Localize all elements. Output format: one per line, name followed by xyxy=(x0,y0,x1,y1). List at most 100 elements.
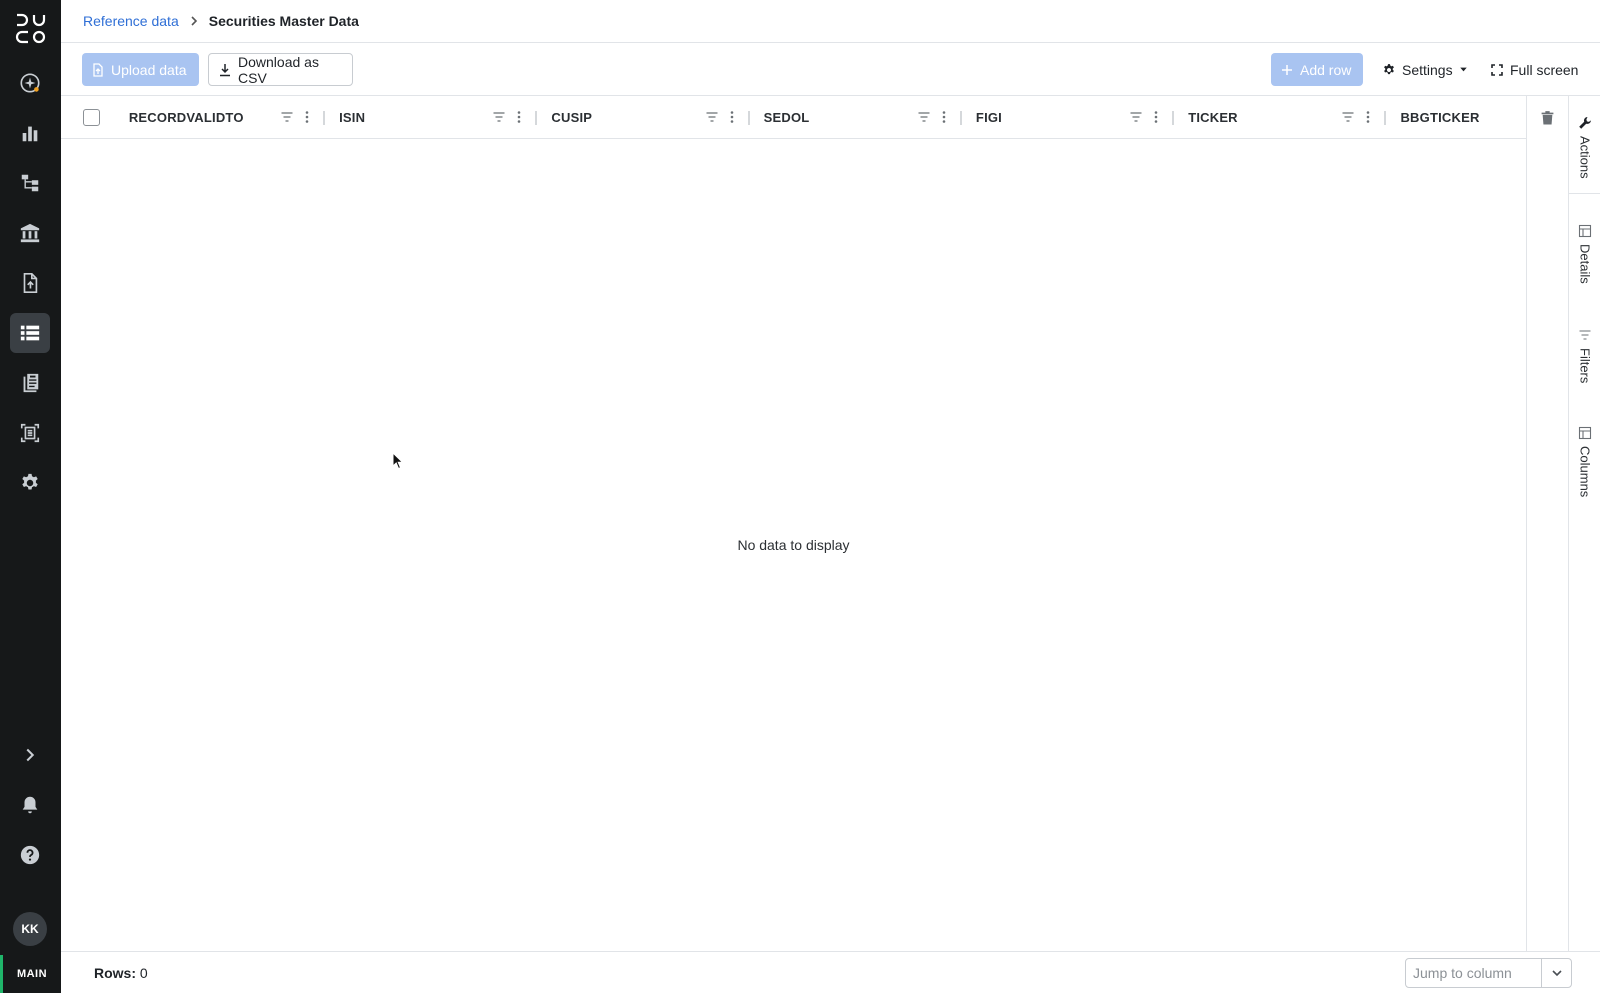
plus-icon xyxy=(1282,64,1292,75)
row-count: Rows: 0 xyxy=(94,965,148,981)
chevron-right-icon xyxy=(179,15,209,27)
filter-icon[interactable] xyxy=(1126,107,1146,127)
nav-file-upload[interactable] xyxy=(10,263,50,303)
tab-actions-label: Actions xyxy=(1577,136,1593,179)
download-csv-button[interactable]: Download as CSV xyxy=(208,53,353,86)
gear-icon xyxy=(1384,63,1394,74)
add-row-label: Add row xyxy=(1300,61,1352,78)
delete-rows-button[interactable] xyxy=(1526,96,1568,139)
download-csv-label: Download as CSV xyxy=(238,53,319,86)
grid-toolbar: Upload data Download as CSV Add row Sett… xyxy=(61,43,1600,96)
bell-icon xyxy=(22,796,38,814)
row-count-value: 0 xyxy=(139,964,148,981)
mouse-cursor-icon xyxy=(392,452,404,470)
column-header-label: TICKER xyxy=(1188,109,1238,125)
nav-settings[interactable] xyxy=(10,463,50,503)
filter-icon xyxy=(1579,330,1591,340)
grid-header: RECORDVALIDTO ISIN CUSIP SEDOL FIGI TICKER BBG… xyxy=(61,96,1526,139)
caret-down-icon xyxy=(1459,67,1467,72)
nav-reference-data[interactable] xyxy=(10,313,50,353)
tab-filters-label: Filters xyxy=(1577,348,1593,384)
scan-document-icon xyxy=(20,423,40,443)
environment-label: MAIN xyxy=(0,955,61,993)
column-header-figi[interactable]: FIGI xyxy=(962,96,1175,139)
sparkle-icon xyxy=(20,73,40,93)
full-screen-button[interactable]: Full screen xyxy=(1481,53,1591,86)
tab-details-label: Details xyxy=(1577,244,1593,284)
row-count-label: Rows: xyxy=(94,964,136,981)
column-header-label: SEDOL xyxy=(763,109,810,125)
tab-columns-label: Columns xyxy=(1577,446,1593,498)
column-header-recordvalidto[interactable]: RECORDVALIDTO xyxy=(113,96,326,139)
select-all-checkbox[interactable] xyxy=(83,108,101,126)
page-title: Securities Master Data xyxy=(208,13,359,29)
file-upload-icon xyxy=(93,62,103,77)
duco-logo[interactable] xyxy=(14,12,48,46)
bar-chart-icon xyxy=(22,126,38,142)
user-avatar[interactable]: KK xyxy=(13,912,47,946)
upload-data-label: Upload data xyxy=(111,61,187,78)
column-menu-icon[interactable] xyxy=(1358,107,1378,127)
filter-icon[interactable] xyxy=(702,107,722,127)
bank-icon xyxy=(20,223,40,243)
nav-reports[interactable] xyxy=(10,363,50,403)
tab-filters[interactable]: Filters xyxy=(1569,328,1600,383)
breadcrumb-reference-data-link[interactable]: Reference data xyxy=(83,13,179,29)
column-header-label: RECORDVALIDTO xyxy=(128,109,244,125)
chevron-right-icon xyxy=(26,748,35,762)
nav-processes[interactable] xyxy=(10,163,50,203)
grid-right-border xyxy=(1526,139,1527,951)
gear-icon xyxy=(22,473,38,490)
expand-nav-button[interactable] xyxy=(10,735,50,775)
column-menu-icon[interactable] xyxy=(1146,107,1166,127)
tab-actions[interactable]: Actions xyxy=(1569,116,1600,194)
column-menu-icon[interactable] xyxy=(934,107,954,127)
column-header-label: FIGI xyxy=(975,109,1002,125)
column-menu-icon[interactable] xyxy=(509,107,529,127)
notifications-button[interactable] xyxy=(10,785,50,825)
settings-dropdown-button[interactable]: Settings xyxy=(1373,53,1473,86)
column-header-ticker[interactable]: TICKER xyxy=(1174,96,1387,139)
help-icon xyxy=(20,845,40,865)
column-header-cusip[interactable]: CUSIP xyxy=(537,96,750,139)
hierarchy-icon xyxy=(21,174,39,192)
trash-icon xyxy=(1541,111,1554,125)
nav-institutions[interactable] xyxy=(10,213,50,253)
expand-icon xyxy=(1491,63,1503,76)
chevron-down-icon[interactable] xyxy=(1541,959,1571,987)
column-header-isin[interactable]: ISIN xyxy=(325,96,538,139)
column-header-bbgticker[interactable]: BBGTICKER xyxy=(1386,96,1526,139)
filter-icon[interactable] xyxy=(489,107,509,127)
nav-dashboards[interactable] xyxy=(10,113,50,153)
table-icon xyxy=(1578,224,1592,238)
column-menu-icon[interactable] xyxy=(722,107,742,127)
wrench-icon xyxy=(1579,116,1591,129)
nav-ai-assistant[interactable] xyxy=(10,63,50,103)
left-navigation-rail: KK MAIN xyxy=(0,0,61,993)
empty-grid-overlay: No data to display xyxy=(61,139,1526,951)
column-menu-icon[interactable] xyxy=(297,107,317,127)
filter-icon[interactable] xyxy=(277,107,297,127)
nav-scanner[interactable] xyxy=(10,413,50,453)
column-header-sedol[interactable]: SEDOL xyxy=(750,96,962,139)
no-data-message: No data to display xyxy=(737,537,850,553)
status-bar: Rows: 0 xyxy=(61,951,1600,993)
help-button[interactable] xyxy=(10,835,50,875)
tab-details[interactable]: Details xyxy=(1569,224,1600,284)
breadcrumb: Reference data Securities Master Data xyxy=(61,0,1600,43)
column-header-label: BBGTICKER xyxy=(1400,109,1480,125)
filter-icon[interactable] xyxy=(914,107,934,127)
settings-label: Settings xyxy=(1402,61,1453,78)
upload-data-button[interactable]: Upload data xyxy=(82,53,199,86)
table-icon xyxy=(1578,426,1592,440)
full-screen-label: Full screen xyxy=(1510,61,1579,78)
select-all-cell xyxy=(61,96,113,139)
download-icon xyxy=(220,63,230,76)
list-icon xyxy=(20,325,40,341)
add-row-button[interactable]: Add row xyxy=(1271,53,1363,86)
jump-to-column-select[interactable] xyxy=(1405,958,1572,988)
jump-to-column-input[interactable] xyxy=(1406,965,1541,981)
tab-columns[interactable]: Columns xyxy=(1569,426,1600,497)
filter-icon[interactable] xyxy=(1338,107,1358,127)
file-upload-icon xyxy=(23,273,38,293)
